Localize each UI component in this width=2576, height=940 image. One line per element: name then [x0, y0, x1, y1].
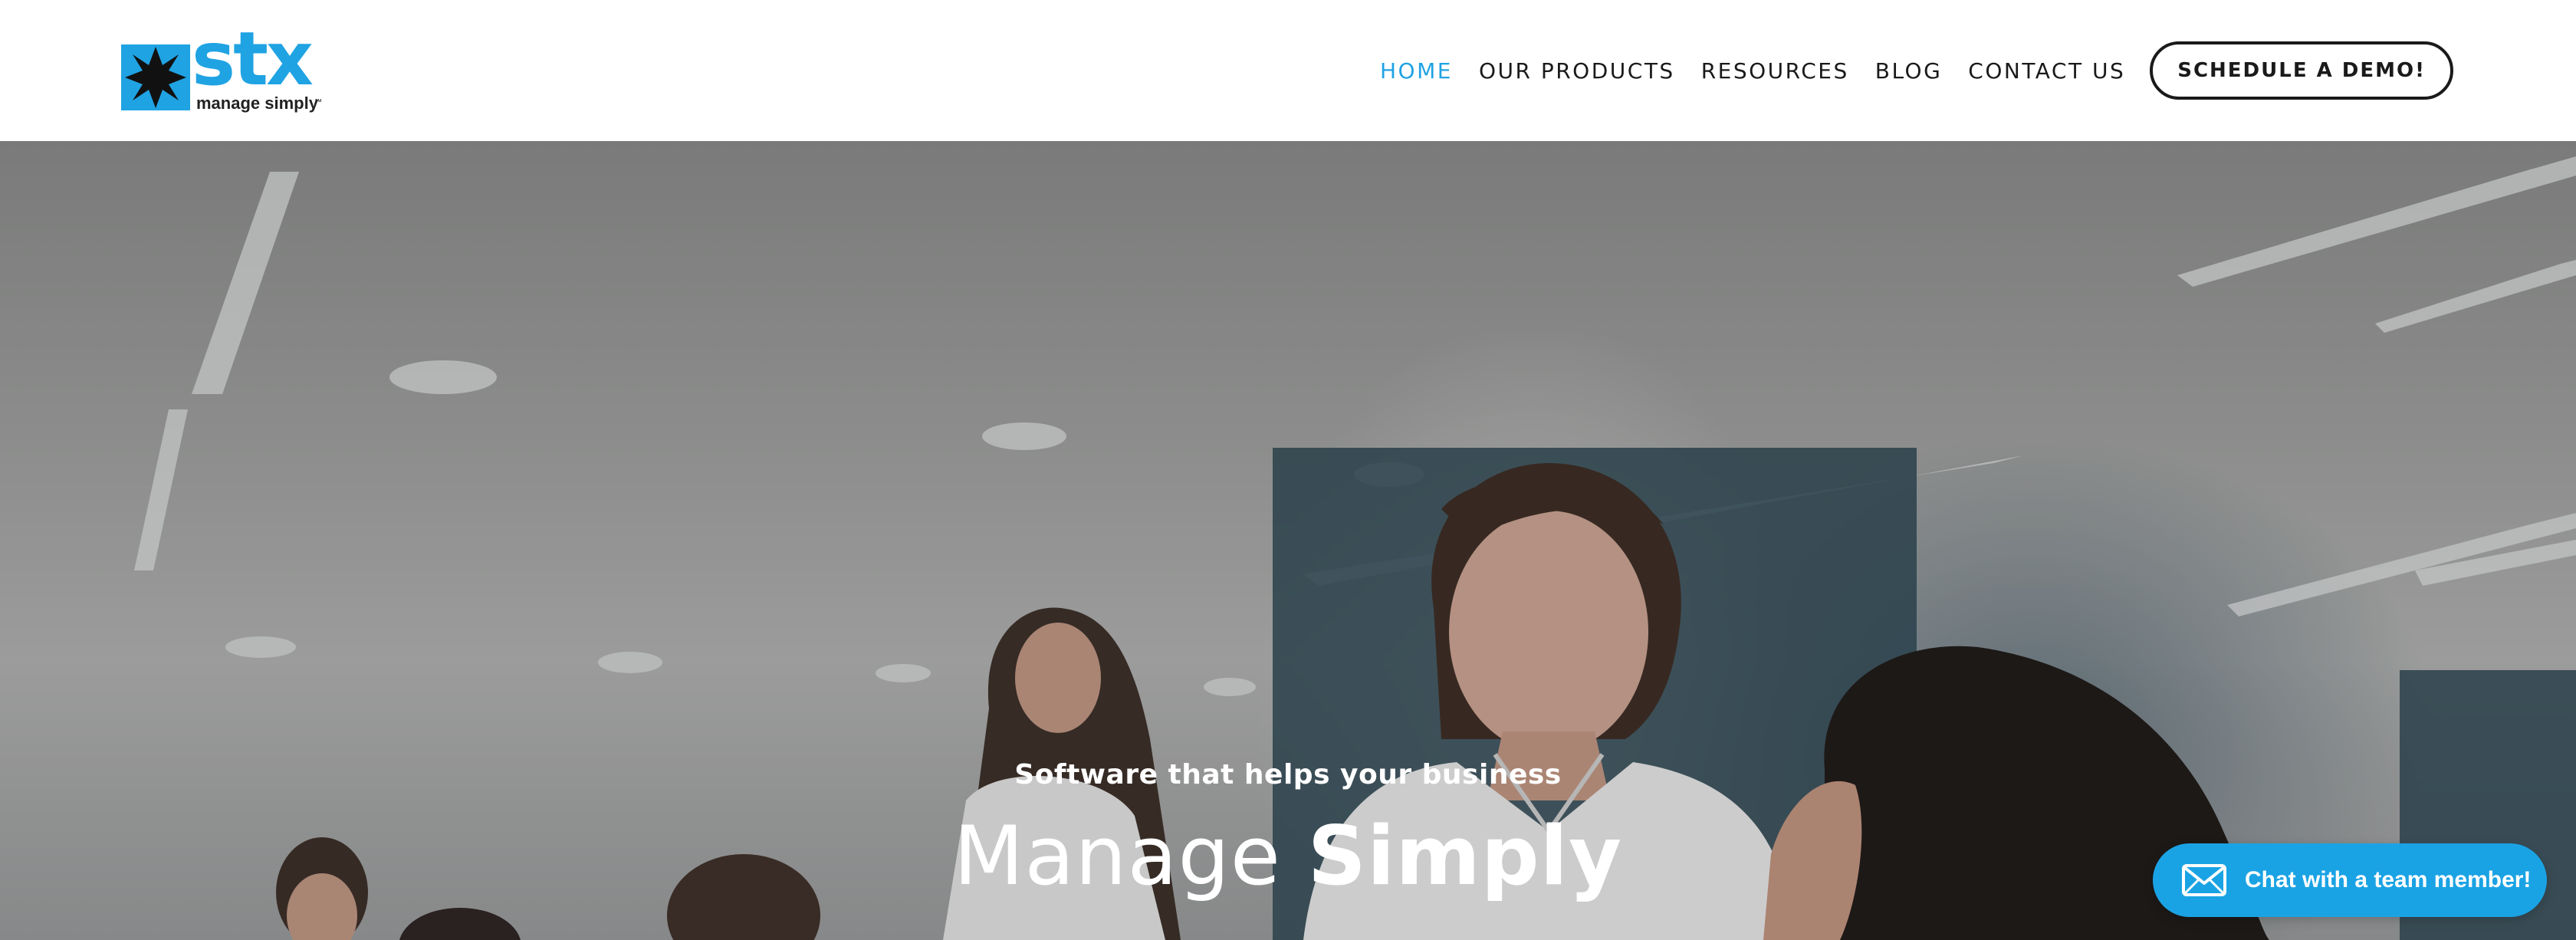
star-logo-icon [125, 47, 186, 108]
schedule-demo-button[interactable]: SCHEDULE A DEMO! [2150, 41, 2453, 100]
logo-trademark: ™ [314, 98, 322, 107]
hero-title-light: Manage [953, 809, 1281, 903]
hero-title-bold: Simply [1307, 809, 1623, 903]
main-navigation: HOME OUR PRODUCTS RESOURCES BLOG CONTACT… [1354, 0, 2576, 141]
nav-item-blog[interactable]: BLOG [1875, 58, 1943, 84]
nav-item-resources[interactable]: RESOURCES [1701, 58, 1849, 84]
nav-item-our-products[interactable]: OUR PRODUCTS [1479, 58, 1675, 84]
nav-item-contact-us[interactable]: CONTACT US [1968, 58, 2125, 84]
hero-subtitle: Software that helps your business [1014, 759, 1562, 790]
chat-label: Chat with a team member! [2245, 867, 2532, 892]
logo-tagline: manage simply [196, 94, 319, 113]
envelope-icon [2182, 864, 2226, 896]
stx-logo[interactable]: stx manage simply ™ [121, 28, 325, 113]
hero-section: Software that helps your business Manage… [0, 141, 2576, 940]
site-header: stx manage simply ™ HOME OUR PRODUCTS RE… [0, 0, 2576, 141]
logo-wordmark: stx [192, 28, 313, 102]
chat-with-team-button[interactable]: Chat with a team member! [2153, 843, 2547, 917]
nav-item-home[interactable]: HOME [1380, 58, 1453, 84]
